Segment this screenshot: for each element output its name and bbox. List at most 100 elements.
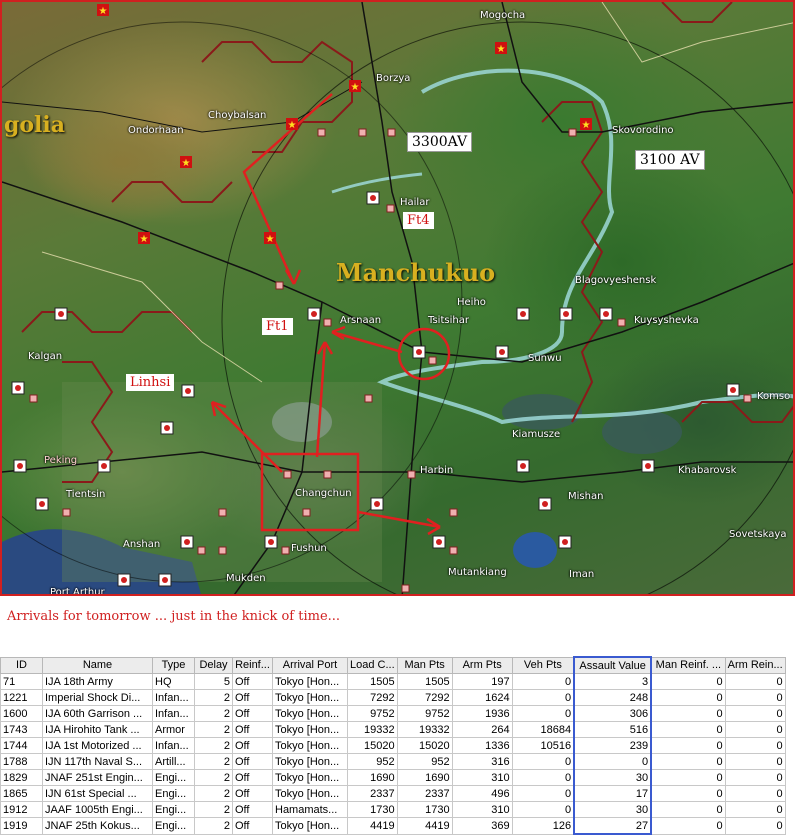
column-header[interactable]: Arm Pts [451,656,513,674]
column-header[interactable]: Reinf... [232,656,273,674]
column-header[interactable]: Veh Pts [511,656,575,674]
fortification-label: Ft1 [262,318,293,335]
table-cell-man-reinf: 0 [650,689,726,706]
city-label: Mogocha [480,10,526,21]
table-cell-load: 15020 [347,737,398,754]
table-cell-load: 952 [347,753,398,770]
city-label: Kalgan [28,351,63,362]
column-header[interactable]: Arm Rein... [724,656,786,674]
city-label: Choybalsan [208,110,267,121]
table-cell-delay: 2 [194,785,233,802]
city-label: Mishan [568,491,604,502]
table-cell-veh: 0 [511,785,575,802]
table-cell-reinf: Off [232,721,273,738]
table-cell-type: Infan... [152,737,195,754]
table-cell-port: Tokyo [Hon... [272,785,348,802]
table-row[interactable]: 1912 JAAF 1005th Engi... Engi... 2 Off Hamama… [0,801,786,818]
table-row[interactable]: 1829 JNAF 251st Engin... Engi... 2 Off Tokyo … [0,769,786,786]
table-row[interactable]: 1600 IJA 60th Garrison ... Infan... 2 Off Tok… [0,705,786,722]
table-cell-arm: 1624 [451,689,513,706]
table-row[interactable]: 1788 IJN 117th Naval S... Artill... 2 Off Tok… [0,753,786,770]
table-cell-port: Hamamats... [272,801,348,818]
table-cell-reinf: Off [232,753,273,770]
marsh [502,394,582,430]
table-cell-arm-reinf: 0 [724,689,786,706]
table-row[interactable]: 1744 IJA 1st Motorized ... Infan... 2 Off Tok… [0,737,786,754]
table-cell-av: 30 [573,801,653,818]
table-cell-veh: 10516 [511,737,575,754]
game-map[interactable]: ★ ★ ★ ★ ★ ★ ★ ★ golia Manchukuo Mogocha … [0,0,795,596]
city-label: Harbin [420,465,454,476]
table-cell-name: IJA 60th Garrison ... [42,705,153,722]
city-label: Blagovyeshensk [575,275,657,286]
column-header[interactable]: Name [42,656,153,674]
table-cell-type: Engi... [152,817,195,835]
hex-border [681,401,793,423]
table-cell-man-reinf: 0 [650,753,726,770]
table-cell-man: 952 [396,753,453,770]
table-row[interactable]: 1221 Imperial Shock Di... Infan... 2 Off Toky… [0,689,786,706]
svg-text:★: ★ [288,120,297,131]
column-header[interactable]: Arrival Port [272,656,348,674]
table-cell-reinf: Off [232,801,273,818]
table-cell-id: 1788 [0,753,43,770]
table-cell-delay: 2 [194,737,233,754]
target-label: Linhsi [126,374,175,391]
column-header[interactable]: Man Reinf. ... [650,656,726,674]
table-row[interactable]: 1865 IJN 61st Special ... Engi... 2 Off Tokyo… [0,785,786,802]
reinforcement-table: ID Name Type Delay Reinf... Arrival Port Load … [0,656,795,837]
road [601,2,793,63]
table-cell-man: 1730 [396,801,453,818]
table-cell-man: 15020 [396,737,453,754]
table-cell-name: IJA Hirohito Tank ... [42,721,153,738]
column-header[interactable]: Assault Value [573,656,653,674]
table-cell-delay: 2 [194,801,233,818]
city-label: Iman [569,569,595,580]
table-cell-delay: 2 [194,689,233,706]
column-header[interactable]: ID [0,656,43,674]
city-label: Anshan [123,539,161,550]
table-cell-id: 1744 [0,737,43,754]
column-header[interactable]: Load C... [347,656,398,674]
table-cell-av: 0 [573,753,653,770]
table-cell-port: Tokyo [Hon... [272,753,348,770]
table-cell-arm: 197 [451,673,513,690]
table-cell-arm-reinf: 0 [724,817,786,835]
table-cell-reinf: Off [232,673,273,690]
column-header[interactable]: Man Pts [396,656,453,674]
table-cell-port: Tokyo [Hon... [272,769,348,786]
table-cell-av: 306 [573,705,653,722]
table-cell-man: 1690 [396,769,453,786]
svg-text:★: ★ [582,120,591,131]
table-cell-man-reinf: 0 [650,721,726,738]
city-label: Tsitsihar [428,315,469,326]
city-label: Mukden [226,573,266,584]
table-row[interactable]: 71 IJA 18th Army HQ 5 Off Tokyo [Hon... 1505 15… [0,673,786,690]
svg-text:★: ★ [140,234,149,245]
table-row[interactable]: 1919 JNAF 25th Kokus... Engi... 2 Off Tokyo [… [0,817,786,835]
table-cell-veh: 0 [511,769,575,786]
table-cell-av: 17 [573,785,653,802]
column-header[interactable]: Type [152,656,195,674]
hex-border [111,181,233,203]
table-cell-port: Tokyo [Hon... [272,673,348,690]
table-cell-name: Imperial Shock Di... [42,689,153,706]
table-cell-arm-reinf: 0 [724,785,786,802]
table-cell-id: 1600 [0,705,43,722]
table-cell-arm: 1336 [451,737,513,754]
city-label: Sovetskaya [729,529,787,540]
table-cell-id: 1829 [0,769,43,786]
table-header-row: ID Name Type Delay Reinf... Arrival Port Load … [0,656,786,674]
table-cell-type: Engi... [152,785,195,802]
table-cell-load: 2337 [347,785,398,802]
table-cell-delay: 2 [194,705,233,722]
city-label: Changchun [295,488,352,499]
table-cell-id: 1743 [0,721,43,738]
table-cell-type: Armor [152,721,195,738]
table-cell-man: 7292 [396,689,453,706]
caption: Arrivals for tomorrow ... just in the kn… [7,609,341,624]
table-cell-man-reinf: 0 [650,817,726,835]
assault-value-box: 3100 AV [635,150,705,170]
column-header[interactable]: Delay [194,656,233,674]
table-row[interactable]: 1743 IJA Hirohito Tank ... Armor 2 Off Tokyo … [0,721,786,738]
